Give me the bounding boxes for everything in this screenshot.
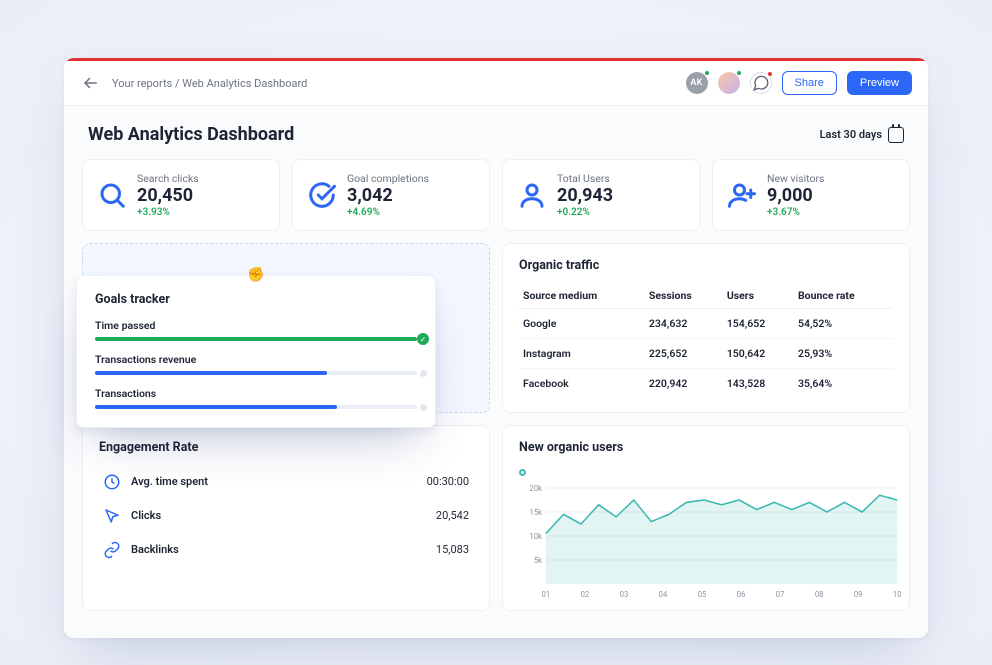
- col-source[interactable]: Source medium: [519, 283, 645, 309]
- progress-cap: [417, 367, 429, 379]
- user-icon: [517, 180, 547, 210]
- col-bounce[interactable]: Bounce rate: [794, 283, 893, 309]
- presence-dot-icon: [736, 70, 742, 76]
- avatar-user-photo[interactable]: [718, 72, 740, 94]
- avatar-user-initials[interactable]: AK: [686, 72, 708, 94]
- svg-text:07: 07: [776, 589, 785, 598]
- presence-dot-icon: [704, 70, 710, 76]
- progress-cap: [417, 401, 429, 413]
- back-arrow-icon[interactable]: [80, 74, 102, 92]
- new-organic-users-chart[interactable]: 5k 10k 15k 20k 01 02 03 04 05 06 07 08 09 10: [519, 484, 903, 600]
- kpi-delta: +3.93%: [137, 207, 199, 218]
- kpi-value: 20,943: [557, 185, 613, 207]
- page-title: Web Analytics Dashboard: [88, 124, 294, 145]
- new-organic-users-title: New organic users: [519, 440, 903, 455]
- svg-text:09: 09: [854, 589, 863, 598]
- kpi-goal-completions[interactable]: Goal completions 3,042 +4.69%: [292, 159, 490, 231]
- share-button[interactable]: Share: [782, 71, 837, 95]
- user-plus-icon: [727, 180, 757, 210]
- goals-tracker-title: Goals tracker: [95, 292, 417, 307]
- date-range-label: Last 30 days: [820, 128, 882, 141]
- engagement-rate-card: Engagement Rate Avg. time spent 00:30:00…: [82, 425, 490, 611]
- table-row[interactable]: Google 234,632 154,652 54,52%: [519, 308, 893, 338]
- cursor-click-icon: [103, 507, 121, 525]
- header-bar: Your reports / Web Analytics Dashboard A…: [64, 61, 928, 106]
- svg-text:08: 08: [815, 589, 824, 598]
- goal-row-time-passed: Time passed ✓: [95, 319, 417, 341]
- kpi-search-clicks[interactable]: Search clicks 20,450 +3.93%: [82, 159, 280, 231]
- organic-traffic-card: Organic traffic Source medium Sessions U…: [502, 243, 910, 413]
- progress-fill: [95, 337, 417, 341]
- kpi-delta: +3.67%: [767, 207, 824, 218]
- progress-bar: [95, 371, 417, 375]
- grab-cursor-icon: ✊: [247, 267, 264, 283]
- svg-text:20k: 20k: [530, 484, 543, 493]
- goals-tracker-widget[interactable]: ✊ Goals tracker Time passed ✓ Transactio…: [76, 275, 436, 428]
- col-users[interactable]: Users: [723, 283, 794, 309]
- clock-icon: [103, 473, 121, 491]
- notification-dot-icon: [767, 71, 773, 77]
- date-range-picker[interactable]: Last 30 days: [820, 127, 904, 143]
- comments-button[interactable]: [750, 72, 772, 94]
- table-row[interactable]: Instagram 225,652 150,642 25,93%: [519, 338, 893, 368]
- progress-fill: [95, 371, 327, 375]
- check-icon: ✓: [417, 333, 429, 345]
- chart-legend-dot-icon: [519, 469, 526, 476]
- table-row[interactable]: Facebook 220,942 143,528 35,64%: [519, 368, 893, 398]
- svg-text:10: 10: [893, 589, 902, 598]
- breadcrumb-current[interactable]: Web Analytics Dashboard: [182, 77, 307, 90]
- engagement-row-clicks: Clicks 20,542: [99, 499, 473, 533]
- svg-text:02: 02: [581, 589, 590, 598]
- organic-traffic-title: Organic traffic: [519, 258, 893, 273]
- kpi-row: Search clicks 20,450 +3.93% Goal complet…: [82, 159, 910, 231]
- kpi-value: 20,450: [137, 185, 199, 207]
- svg-text:15k: 15k: [530, 507, 543, 516]
- breadcrumb[interactable]: Your reports / Web Analytics Dashboard: [112, 77, 307, 90]
- col-sessions[interactable]: Sessions: [645, 283, 723, 309]
- kpi-label: Total Users: [557, 172, 613, 185]
- engagement-row-time: Avg. time spent 00:30:00: [99, 465, 473, 499]
- table-header-row: Source medium Sessions Users Bounce rate: [519, 283, 893, 309]
- engagement-row-backlinks: Backlinks 15,083: [99, 533, 473, 567]
- progress-cap: ✓: [417, 333, 429, 345]
- new-organic-users-card: New organic users 5k 10k 15k 20k 01 02 03 04 05 0…: [502, 425, 910, 611]
- idle-dot-icon: [420, 370, 427, 377]
- svg-text:06: 06: [737, 589, 746, 598]
- check-circle-icon: [307, 180, 337, 210]
- svg-text:5k: 5k: [534, 555, 542, 564]
- organic-traffic-table: Source medium Sessions Users Bounce rate…: [519, 283, 893, 398]
- goal-row-transactions-revenue: Transactions revenue: [95, 353, 417, 375]
- svg-text:04: 04: [659, 589, 668, 598]
- progress-bar: [95, 405, 417, 409]
- idle-dot-icon: [420, 404, 427, 411]
- engagement-rate-title: Engagement Rate: [99, 440, 473, 455]
- kpi-value: 9,000: [767, 185, 824, 207]
- progress-bar: ✓: [95, 337, 417, 341]
- calendar-icon: [888, 127, 904, 143]
- svg-text:05: 05: [698, 589, 707, 598]
- progress-fill: [95, 405, 337, 409]
- goal-row-transactions: Transactions: [95, 387, 417, 409]
- kpi-delta: +0.22%: [557, 207, 613, 218]
- preview-button[interactable]: Preview: [847, 71, 912, 95]
- kpi-delta: +4.69%: [347, 207, 429, 218]
- kpi-total-users[interactable]: Total Users 20,943 +0.22%: [502, 159, 700, 231]
- kpi-label: Search clicks: [137, 172, 199, 185]
- kpi-label: New visitors: [767, 172, 824, 185]
- link-icon: [103, 541, 121, 559]
- kpi-value: 3,042: [347, 185, 429, 207]
- breadcrumb-root[interactable]: Your reports: [112, 77, 172, 90]
- search-icon: [97, 180, 127, 210]
- svg-text:10k: 10k: [530, 531, 543, 540]
- svg-text:01: 01: [542, 589, 551, 598]
- kpi-label: Goal completions: [347, 172, 429, 185]
- kpi-new-visitors[interactable]: New visitors 9,000 +3.67%: [712, 159, 910, 231]
- svg-text:03: 03: [620, 589, 629, 598]
